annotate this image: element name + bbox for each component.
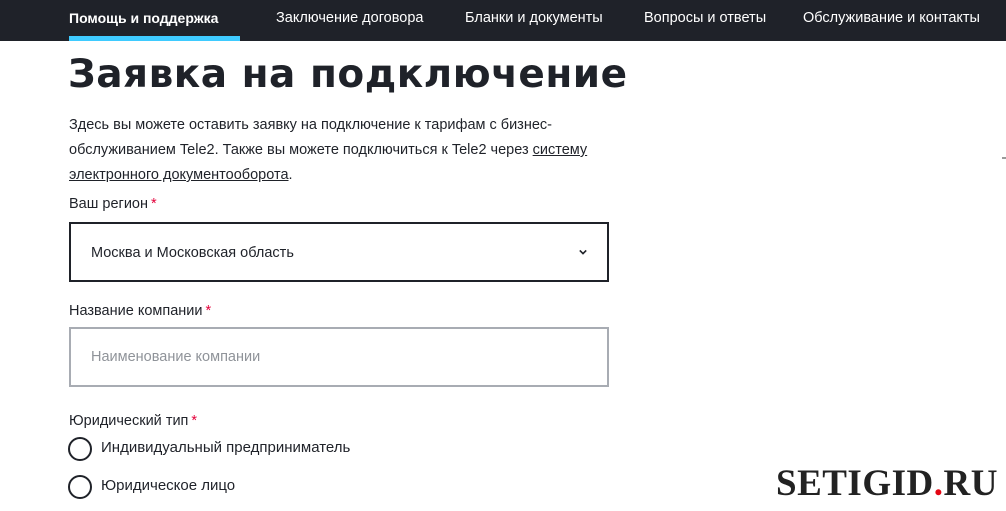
active-tab-underline bbox=[69, 36, 240, 41]
nav-item-help-support[interactable]: Помощь и поддержка bbox=[69, 0, 218, 37]
radio-legal-entity[interactable]: Юридическое лицо bbox=[68, 475, 268, 499]
watermark-text: SETIGID bbox=[776, 463, 934, 504]
intro-end: . bbox=[288, 167, 293, 183]
legal-type-label-text: Юридический тип bbox=[69, 413, 189, 429]
radio-button[interactable] bbox=[68, 475, 92, 499]
company-label-text: Название компании bbox=[69, 303, 203, 319]
nav-item-faq[interactable]: Вопросы и ответы bbox=[644, 0, 766, 37]
nav-item-service-contacts[interactable]: Обслуживание и контакты bbox=[803, 0, 980, 37]
required-mark: * bbox=[151, 196, 157, 212]
required-mark: * bbox=[191, 413, 198, 429]
radio-label: Юридическое лицо bbox=[101, 477, 236, 494]
top-navigation: Помощь и поддержка Заключение договора Б… bbox=[0, 0, 1006, 41]
company-name-input[interactable] bbox=[71, 329, 607, 385]
intro-paragraph: Здесь вы можете оставить заявку на подкл… bbox=[69, 113, 609, 188]
nav-item-contract[interactable]: Заключение договора bbox=[276, 0, 423, 37]
company-label: Название компании * bbox=[69, 303, 211, 319]
legal-type-label: Юридический тип * bbox=[69, 413, 197, 429]
region-label: Ваш регион * bbox=[69, 196, 157, 212]
region-label-text: Ваш регион bbox=[69, 196, 148, 212]
required-mark: * bbox=[205, 303, 212, 319]
radio-label: Индивидуальный предприниматель bbox=[101, 439, 351, 456]
nav-item-forms-documents[interactable]: Бланки и документы bbox=[465, 0, 603, 37]
edge-mark bbox=[1002, 157, 1006, 159]
page-title: Заявка на подключение bbox=[68, 52, 628, 97]
chevron-down-icon bbox=[579, 249, 587, 255]
radio-individual-entrepreneur[interactable]: Индивидуальный предприниматель bbox=[68, 437, 368, 461]
region-select[interactable]: Москва и Московская область bbox=[69, 222, 609, 282]
region-select-value: Москва и Московская область bbox=[91, 245, 294, 261]
watermark-suffix: RU bbox=[943, 463, 998, 504]
watermark: SETIGID.RU bbox=[776, 462, 998, 505]
radio-button[interactable] bbox=[68, 437, 92, 461]
company-name-field[interactable] bbox=[69, 327, 609, 387]
intro-text: Здесь вы можете оставить заявку на подкл… bbox=[69, 117, 552, 158]
